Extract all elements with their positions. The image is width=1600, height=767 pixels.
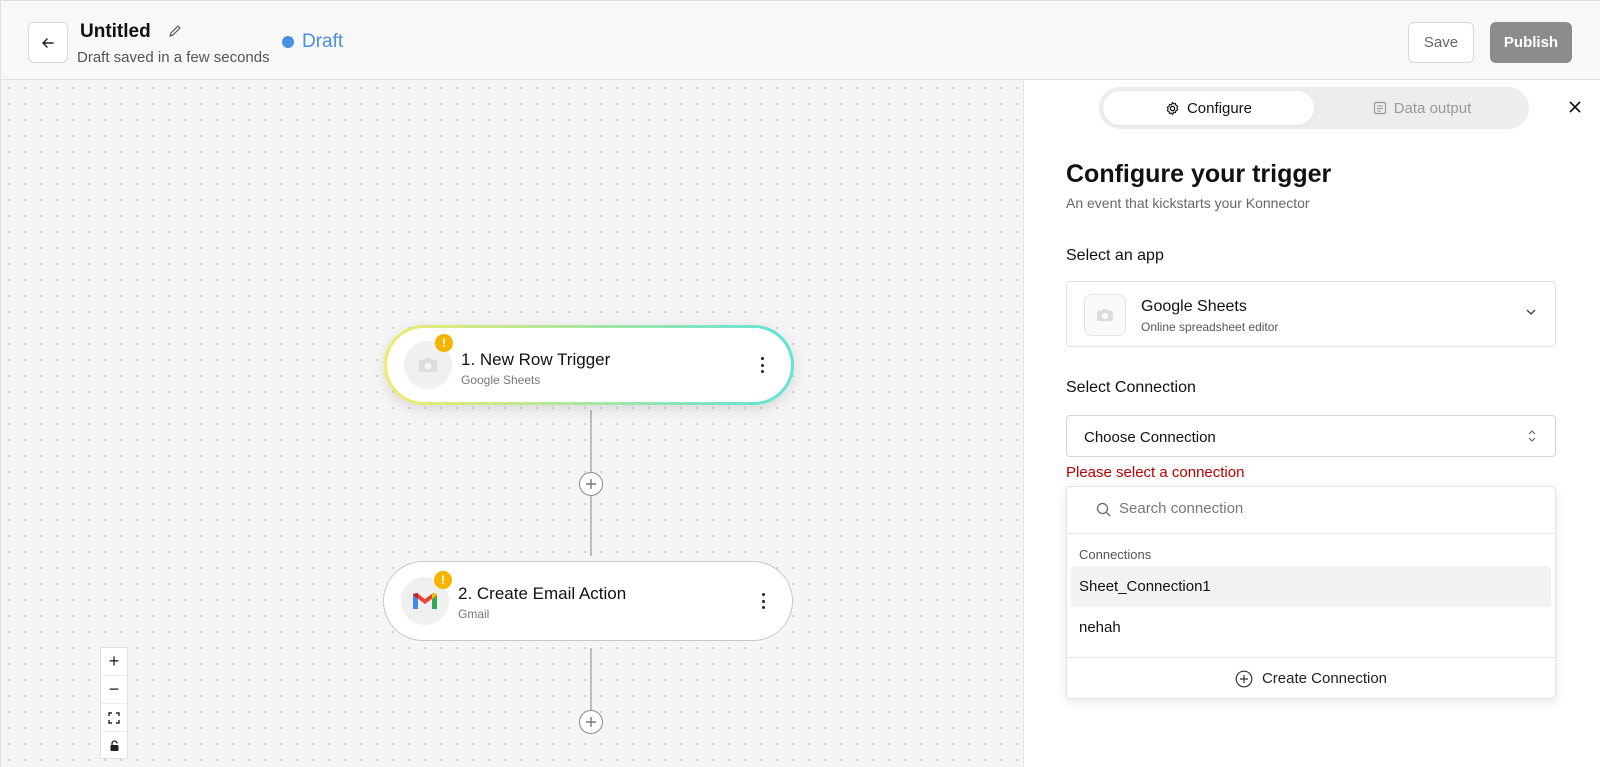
connector-line	[590, 410, 592, 472]
connection-option[interactable]: Sheet_Connection1	[1071, 566, 1551, 607]
search-icon	[1096, 502, 1111, 517]
connection-search	[1067, 487, 1555, 534]
fit-view-button[interactable]	[101, 704, 127, 732]
gear-icon	[1166, 101, 1179, 115]
app-name: Google Sheets	[1141, 298, 1247, 315]
add-step-button[interactable]	[579, 710, 603, 734]
more-options-icon[interactable]	[759, 357, 765, 373]
zoom-in-button[interactable]: +	[101, 648, 127, 676]
panel-tabs: Configure Data output	[1099, 87, 1529, 129]
pencil-icon[interactable]	[167, 23, 183, 39]
panel-title: Configure your trigger	[1066, 160, 1332, 188]
top-bar: Untitled Draft saved in a few seconds Dr…	[0, 0, 1600, 80]
warning-badge: !	[434, 571, 452, 589]
status-badge: Draft	[282, 31, 343, 53]
chevron-down-icon	[1526, 309, 1536, 315]
create-connection-button[interactable]: Create Connection	[1067, 657, 1555, 699]
connection-option[interactable]: nehah	[1071, 607, 1551, 648]
save-button[interactable]: Save	[1408, 22, 1474, 63]
tab-label: Data output	[1393, 99, 1472, 117]
publish-button[interactable]: Publish	[1490, 22, 1572, 63]
save-status-text: Draft saved in a few seconds	[77, 49, 270, 66]
tab-data-output[interactable]: Data output	[1319, 91, 1525, 125]
fullscreen-icon	[108, 711, 120, 724]
trigger-node[interactable]: ! 1. New Row Trigger Google Sheets	[384, 325, 794, 405]
node-title: 2. Create Email Action	[458, 584, 627, 603]
workflow-title: Untitled	[80, 21, 151, 42]
plus-circle-icon	[1235, 670, 1253, 687]
node-title: 1. New Row Trigger	[461, 350, 611, 369]
connection-dropdown: Connections Sheet_Connection1 nehah Crea…	[1066, 486, 1556, 699]
more-options-icon[interactable]	[760, 593, 766, 609]
chevron-up-down-icon	[1528, 430, 1536, 442]
plus-icon	[586, 717, 596, 727]
camera-placeholder-icon	[1084, 294, 1126, 336]
connection-error-message: Please select a connection	[1066, 464, 1245, 481]
lock-icon	[110, 740, 118, 751]
action-node[interactable]: ! 2. Create Email Action Gmail	[383, 561, 793, 641]
app-description: Online spreadsheet editor	[1141, 320, 1279, 334]
add-step-button[interactable]	[579, 472, 603, 496]
node-app-name: Google Sheets	[461, 373, 541, 387]
select-connection-label: Select Connection	[1066, 379, 1196, 396]
node-app-name: Gmail	[458, 607, 490, 621]
tab-label: Configure	[1186, 99, 1253, 117]
connection-select[interactable]: Choose Connection	[1066, 415, 1556, 457]
zoom-out-button[interactable]: −	[101, 676, 127, 704]
warning-badge: !	[435, 334, 453, 352]
panel-subtitle: An event that kickstarts your Konnector	[1066, 195, 1310, 211]
close-panel-button[interactable]	[1565, 97, 1585, 117]
connection-select-value: Choose Connection	[1084, 429, 1216, 446]
status-label: Draft	[302, 31, 344, 52]
connections-group-label: Connections	[1079, 547, 1152, 562]
zoom-controls: + −	[100, 647, 128, 759]
lock-button[interactable]	[101, 732, 127, 760]
plus-icon	[586, 479, 596, 489]
app-select[interactable]: Google Sheets Online spreadsheet editor	[1066, 281, 1556, 347]
config-panel: Configure Data output Configure your tri…	[1023, 80, 1600, 767]
close-icon	[1569, 101, 1581, 113]
select-app-label: Select an app	[1066, 247, 1164, 264]
connector-line	[590, 648, 592, 711]
tab-configure[interactable]: Configure	[1103, 91, 1314, 125]
connector-line	[590, 496, 592, 556]
status-dot	[282, 36, 294, 48]
back-button[interactable]	[28, 22, 68, 63]
workflow-canvas[interactable]: ! 1. New Row Trigger Google Sheets ! 2. …	[0, 80, 1023, 767]
document-icon	[1373, 101, 1386, 115]
arrow-left-icon	[42, 37, 54, 48]
search-connection-input[interactable]	[1119, 500, 1519, 517]
create-connection-label: Create Connection	[1261, 670, 1388, 687]
